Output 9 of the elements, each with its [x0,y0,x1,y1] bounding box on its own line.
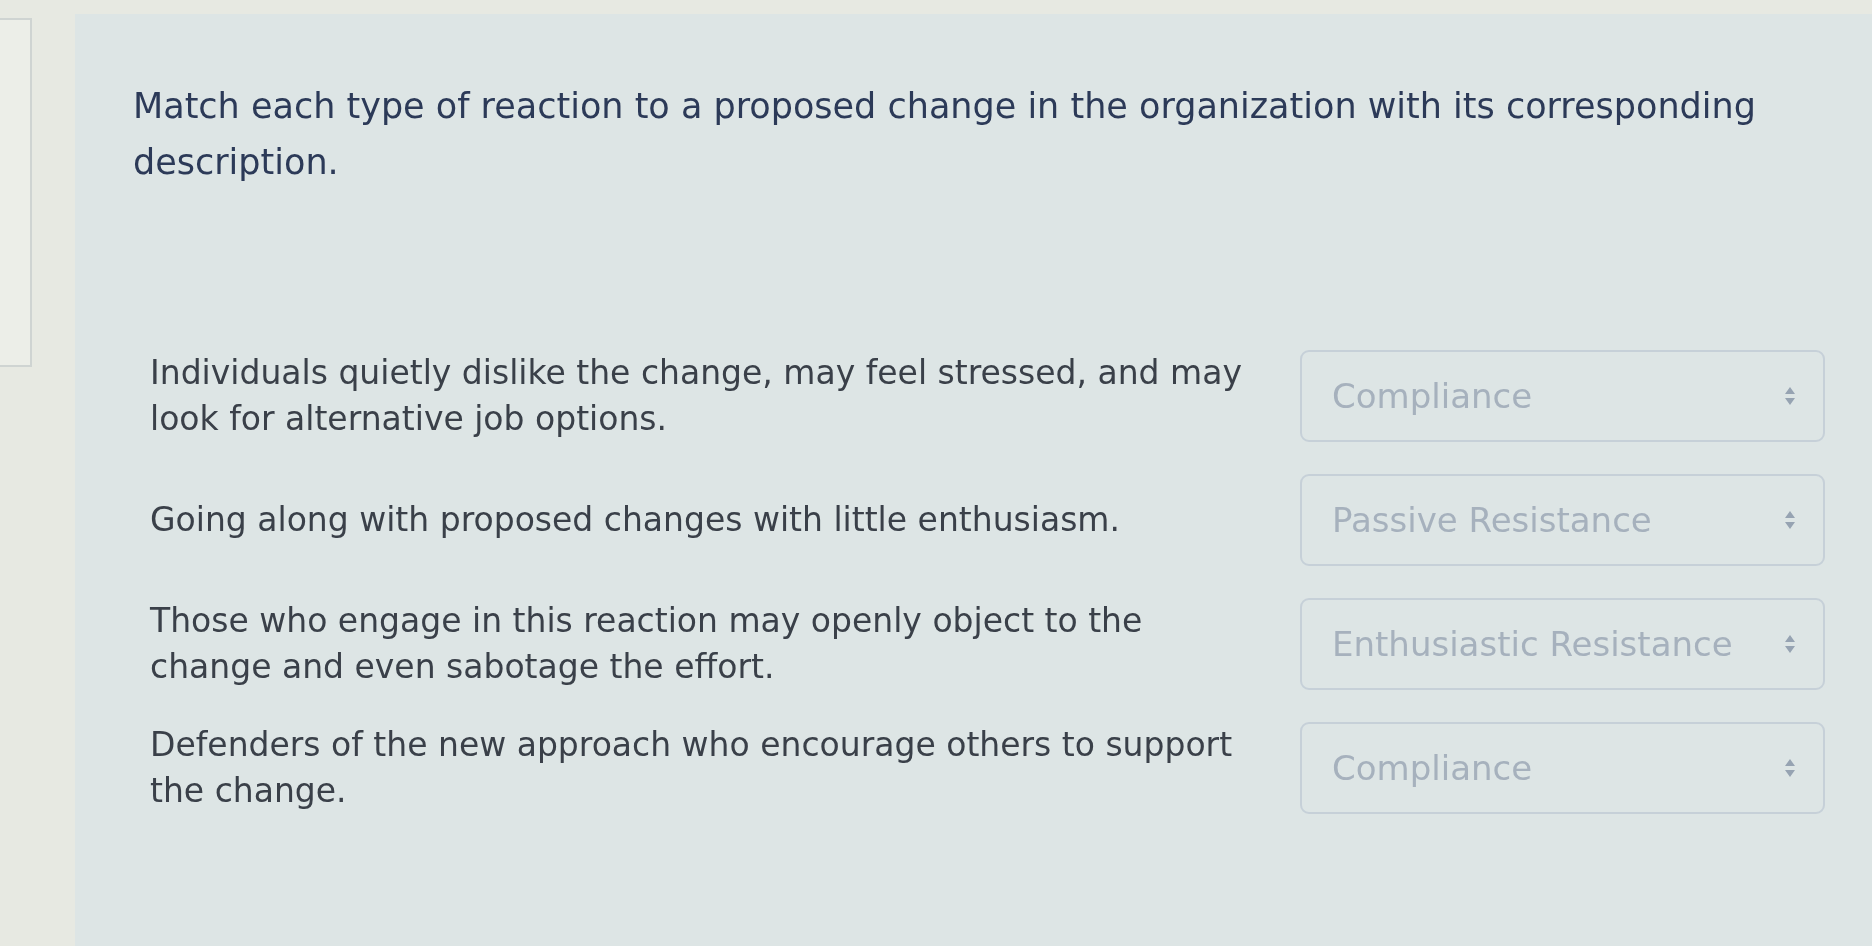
up-down-arrows-icon [1785,387,1795,405]
up-down-arrows-icon [1785,759,1795,777]
up-down-arrows-icon [1785,635,1795,653]
description-text: Those who engage in this reaction may openly object to the change and even sabotage the effort. [150,600,1144,688]
up-down-arrows-icon [1785,511,1795,529]
description-text: Going along with proposed changes with little enthusiasm. [150,499,1121,541]
description-text: Defenders of the new approach who encourage others to support the change. [150,724,1234,812]
question-text: Match each type of reaction to a proposed change in the organization with its corresponding description. [133,85,1757,184]
description-text: Individuals quietly dislike the change, may feel stressed, and may look for alternative job options. [150,352,1243,440]
